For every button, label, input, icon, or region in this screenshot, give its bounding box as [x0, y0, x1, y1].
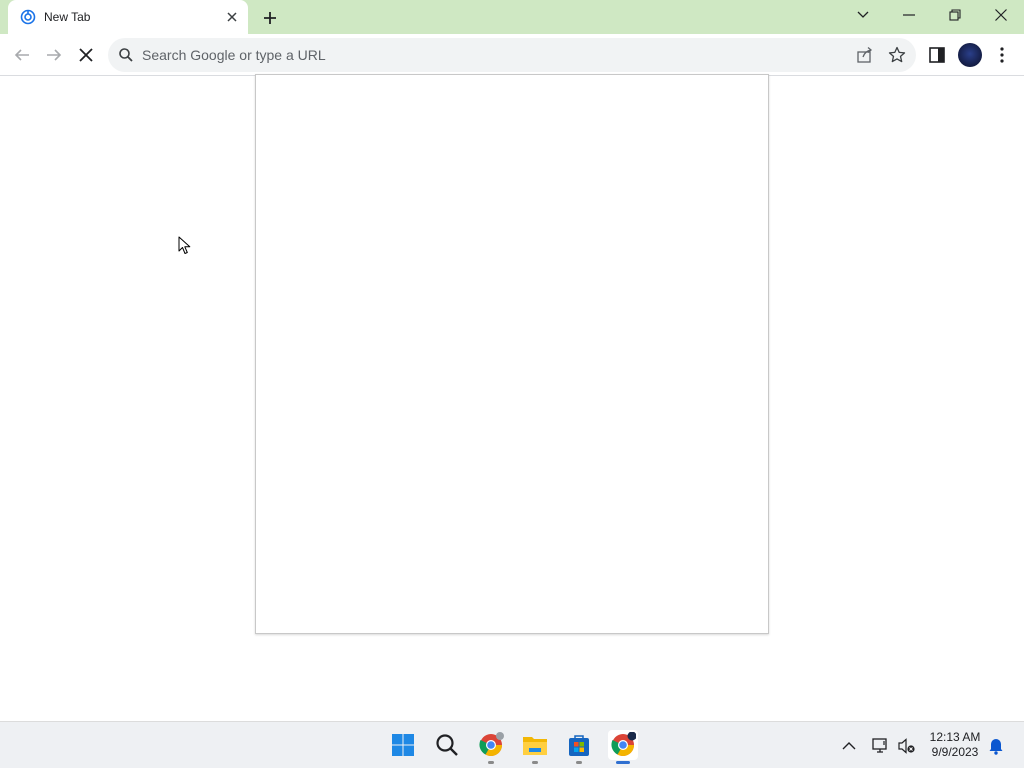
close-window-button[interactable]: [978, 0, 1024, 30]
page-content: [0, 74, 1024, 721]
mouse-cursor-icon: [178, 236, 191, 254]
running-indicator: [576, 761, 582, 764]
arrow-left-icon: [14, 49, 29, 61]
running-indicator: [532, 761, 538, 764]
blank-document-panel: [255, 74, 769, 634]
taskbar-chrome-profile[interactable]: [476, 730, 506, 764]
browser-toolbar: Search Google or type a URL: [0, 34, 1024, 76]
taskbar-search-button[interactable]: [432, 730, 462, 760]
taskbar-file-explorer[interactable]: [520, 730, 550, 764]
windows-logo-icon: [392, 734, 414, 756]
more-options-icon[interactable]: [994, 46, 1010, 64]
tab-new-tab[interactable]: New Tab: [8, 0, 248, 34]
new-tab-button[interactable]: [258, 6, 282, 30]
show-hidden-icons-button[interactable]: [842, 722, 856, 769]
share-icon[interactable]: [856, 46, 874, 64]
network-status[interactable]: [872, 722, 890, 769]
search-icon: [119, 48, 133, 62]
start-button[interactable]: [388, 730, 418, 760]
address-input-placeholder[interactable]: Search Google or type a URL: [142, 47, 326, 63]
network-icon: [872, 737, 887, 753]
back-button[interactable]: [9, 42, 35, 68]
restore-icon: [949, 9, 961, 21]
close-icon: [995, 9, 1007, 21]
bookmark-star-icon[interactable]: [888, 46, 906, 64]
profile-avatar[interactable]: [958, 43, 982, 67]
chrome-icon: [611, 732, 636, 756]
chevron-down-icon: [857, 11, 869, 18]
address-bar[interactable]: Search Google or type a URL: [108, 38, 916, 72]
chrome-loading-icon: [20, 9, 36, 25]
chevron-up-icon: [842, 741, 856, 749]
restore-button[interactable]: [932, 0, 978, 30]
arrow-right-icon: [47, 49, 62, 61]
close-tab-icon[interactable]: [224, 9, 240, 25]
taskbar-microsoft-store[interactable]: [564, 730, 594, 764]
title-bar: New Tab: [0, 0, 1024, 34]
speaker-muted-icon: [898, 737, 915, 754]
clock-time: 12:13 AM: [929, 730, 981, 744]
notifications-button[interactable]: [988, 722, 1004, 769]
tab-title: New Tab: [44, 10, 91, 24]
system-clock[interactable]: 12:13 AM 9/9/2023: [924, 730, 986, 760]
taskbar-chrome-active[interactable]: [608, 730, 638, 764]
minimize-button[interactable]: [886, 0, 932, 30]
stop-icon: [79, 48, 93, 62]
forward-button[interactable]: [41, 42, 67, 68]
clock-date: 9/9/2023: [931, 745, 979, 759]
volume-status[interactable]: [898, 722, 916, 769]
search-icon: [436, 734, 458, 756]
minimize-icon: [903, 14, 915, 16]
taskbar: 12:13 AM 9/9/2023: [0, 721, 1024, 768]
running-indicator: [488, 761, 494, 764]
bell-icon: [989, 738, 1003, 755]
plus-icon: [264, 12, 276, 24]
tab-search-button[interactable]: [840, 0, 886, 30]
chrome-icon: [479, 732, 504, 756]
store-icon: [569, 735, 589, 756]
folder-icon: [523, 737, 547, 755]
side-panel-icon[interactable]: [928, 46, 946, 64]
active-indicator: [616, 761, 630, 764]
stop-loading-button[interactable]: [73, 42, 99, 68]
